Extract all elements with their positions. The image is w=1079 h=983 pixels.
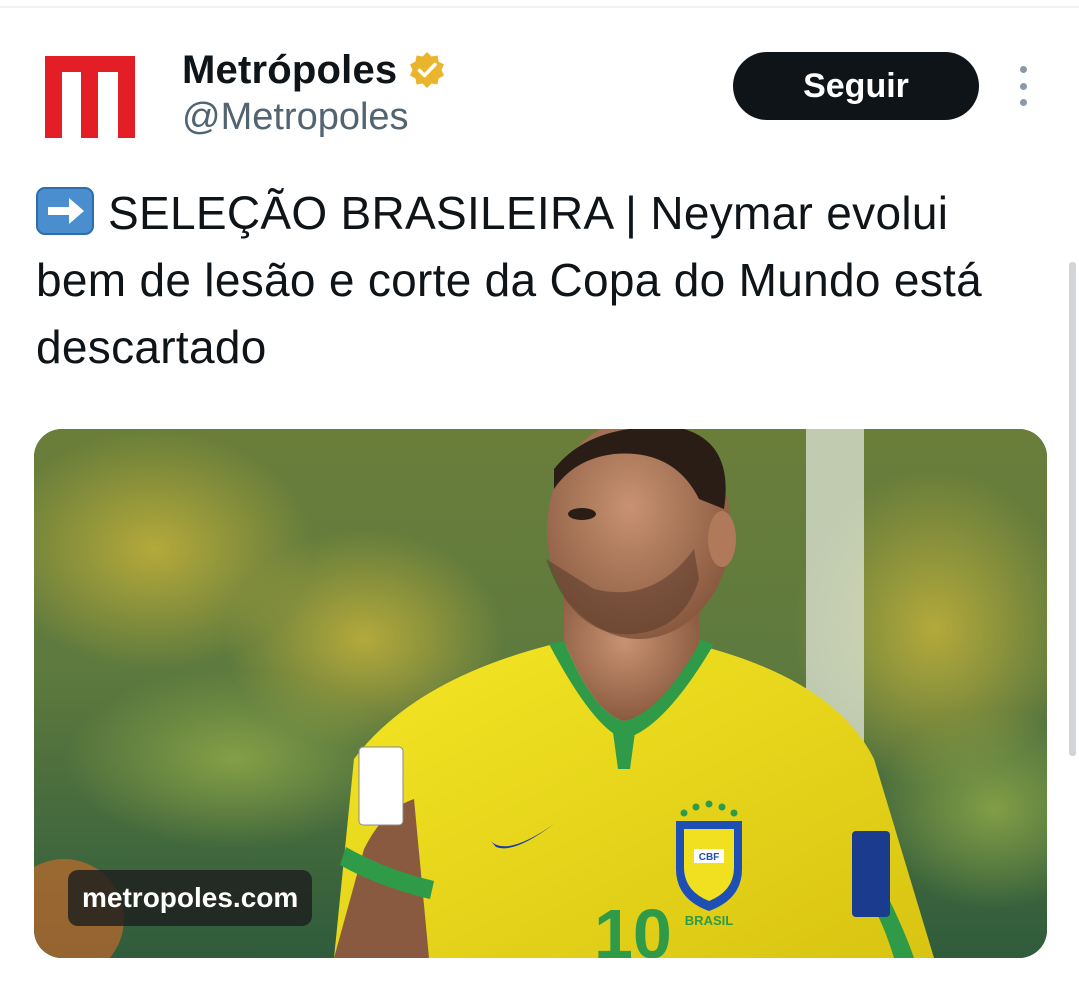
display-name[interactable]: Metrópoles — [182, 48, 397, 93]
account-handle[interactable]: @Metropoles — [182, 96, 409, 139]
vertical-ellipsis-icon[interactable] — [1012, 66, 1034, 106]
display-name-row[interactable]: Metrópoles — [182, 44, 447, 96]
top-divider — [0, 6, 1079, 8]
right-arrow-emoji-icon — [36, 187, 94, 235]
crest-text: CBF — [699, 852, 720, 863]
tweet-card: Metrópoles @Metropoles Seguir SELEÇÃO BR… — [0, 0, 1079, 983]
crest-subtext: BRASIL — [685, 913, 733, 928]
metropoles-m-logo-icon[interactable] — [45, 56, 135, 138]
verified-badge-icon — [410, 52, 445, 88]
scrollbar[interactable] — [1069, 262, 1076, 756]
follow-button[interactable]: Seguir — [733, 52, 979, 120]
tweet-text: SELEÇÃO BRASILEIRA | Neymar evolui bem d… — [36, 180, 1026, 381]
tweet-body: SELEÇÃO BRASILEIRA | Neymar evolui bem d… — [36, 187, 982, 373]
media-watermark: metropoles.com — [68, 870, 313, 926]
jersey-number: 10 — [594, 895, 672, 958]
